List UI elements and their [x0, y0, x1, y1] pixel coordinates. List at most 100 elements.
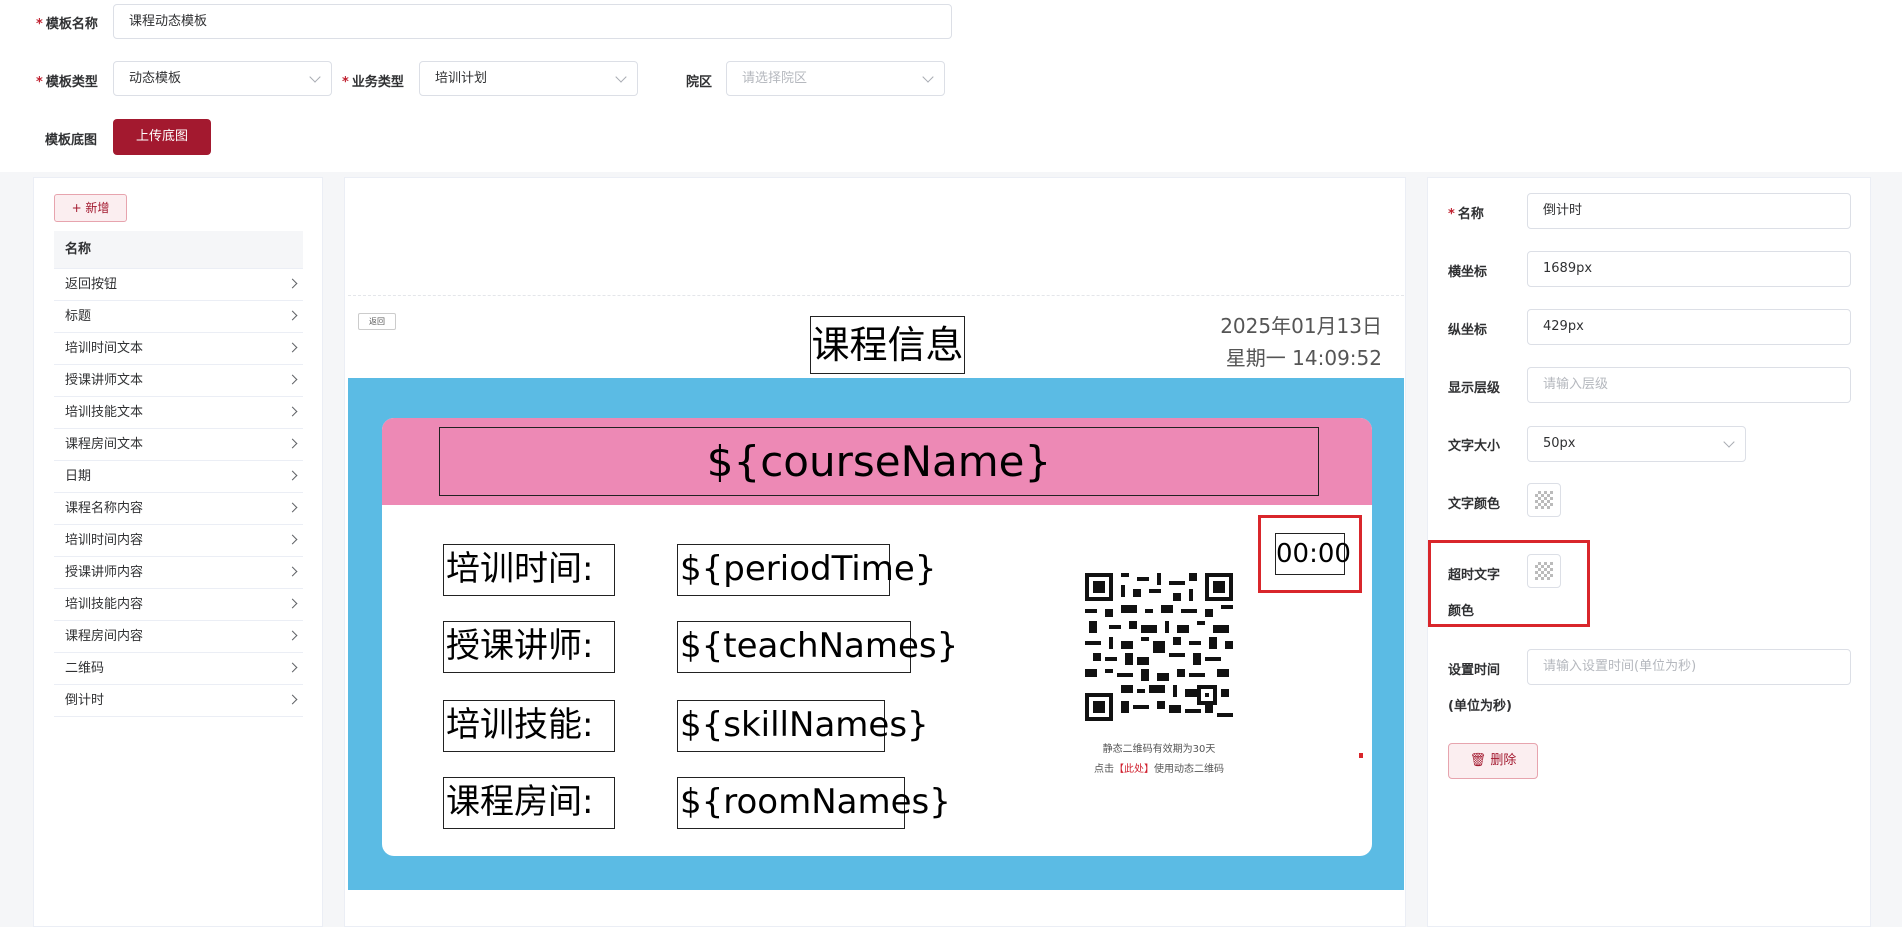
layer-label: 显示层级 — [1448, 381, 1501, 396]
chevron-right-icon — [287, 534, 298, 545]
chevron-right-icon — [287, 374, 298, 385]
room-label[interactable]: 课程房间: — [443, 777, 615, 829]
chevron-right-icon — [287, 566, 298, 577]
list-column-header: 名称 — [54, 231, 303, 269]
canvas-weekday-time[interactable]: 星期一 14:09:52 — [1226, 342, 1382, 371]
list-item[interactable]: 培训技能内容 — [54, 589, 303, 621]
teacher-label[interactable]: 授课讲师: — [443, 621, 615, 673]
canvas-title[interactable]: 课程信息 — [810, 316, 965, 374]
list-item[interactable]: 授课讲师文本 — [54, 365, 303, 397]
canvas-header: 返回 课程信息 2025年01月13日 星期一 14:09:52 — [348, 295, 1404, 377]
add-element-button[interactable]: + 新增 — [54, 194, 127, 222]
transparent-swatch-icon — [1535, 562, 1553, 580]
font-size-label: 文字大小 — [1448, 439, 1501, 454]
chevron-right-icon — [287, 406, 298, 417]
timeout-color-picker[interactable] — [1527, 554, 1561, 588]
business-type-select[interactable]: 培训计划 — [419, 61, 638, 96]
timeout-color-label: 超时文字 — [1448, 568, 1501, 583]
chevron-right-icon — [287, 342, 298, 353]
qr-dynamic-link[interactable]: 【此处】 — [1114, 764, 1154, 775]
campus-placeholder: 请选择院区 — [742, 71, 808, 86]
list-item[interactable]: 标题 — [54, 301, 303, 333]
text-color-label: 文字颜色 — [1448, 497, 1501, 512]
skill-label[interactable]: 培训技能: — [443, 700, 615, 752]
canvas-back-button[interactable]: 返回 — [358, 313, 396, 330]
chevron-down-icon — [1723, 436, 1735, 448]
canvas-date[interactable]: 2025年01月13日 — [1220, 310, 1382, 339]
chevron-down-icon — [615, 71, 627, 83]
transparent-swatch-icon — [1535, 491, 1553, 509]
list-item[interactable]: 二维码 — [54, 653, 303, 685]
template-name-input[interactable]: 课程动态模板 — [113, 4, 952, 39]
properties-panel: * 名称 倒计时 横坐标 1689px 纵坐标 429px 显示层级 请输入层级 … — [1427, 177, 1871, 927]
chevron-right-icon — [287, 470, 298, 481]
list-item[interactable]: 课程名称内容 — [54, 493, 303, 525]
timeout-marker — [1359, 753, 1363, 758]
campus-label: 院区 — [686, 75, 713, 90]
chevron-down-icon — [309, 71, 321, 83]
set-time-input[interactable]: 请输入设置时间(单位为秒) — [1527, 649, 1851, 685]
top-form: * 模板名称 课程动态模板 * 模板类型 动态模板 * 业务类型 培训计划 院区 请选… — [0, 0, 1902, 172]
list-item[interactable]: 课程房间内容 — [54, 621, 303, 653]
chevron-right-icon — [287, 278, 298, 289]
chevron-right-icon — [287, 598, 298, 609]
list-item[interactable]: 返回按钮 — [54, 269, 303, 301]
chevron-right-icon — [287, 438, 298, 449]
chevron-right-icon — [287, 662, 298, 673]
y-coordinate-label: 纵坐标 — [1448, 323, 1488, 338]
element-list-panel: + 新增 名称 返回按钮 标题 培训时间文本 授课讲师文本 培训技能文本 课程房… — [33, 177, 323, 927]
teacher-value[interactable]: ${teachNames} — [677, 621, 958, 673]
trash-icon: 🗑 — [1469, 753, 1487, 768]
chevron-right-icon — [287, 694, 298, 705]
base-image-label: 模板底图 — [45, 133, 98, 148]
business-type-value: 培训计划 — [435, 71, 488, 86]
chevron-right-icon — [287, 502, 298, 513]
chevron-right-icon — [287, 310, 298, 321]
qr-code-image[interactable] — [1085, 573, 1233, 721]
chevron-right-icon — [287, 630, 298, 641]
set-time-label: 设置时间 — [1448, 663, 1501, 678]
business-type-label: * 业务类型 — [342, 75, 404, 90]
qr-note-prefix: 点击 — [1094, 764, 1114, 775]
list-item[interactable]: 日期 — [54, 461, 303, 493]
y-coordinate-input[interactable]: 429px — [1527, 309, 1851, 345]
timeout-color-label-2: 颜色 — [1448, 604, 1475, 619]
course-name-field[interactable]: ${courseName} — [439, 427, 1319, 496]
list-item[interactable]: 培训时间文本 — [54, 333, 303, 365]
course-card-header: ${courseName} — [382, 418, 1372, 505]
skill-value[interactable]: ${skillNames} — [677, 700, 929, 752]
layer-input[interactable]: 请输入层级 — [1527, 367, 1851, 403]
x-coordinate-label: 横坐标 — [1448, 265, 1488, 280]
list-item[interactable]: 倒计时 — [54, 685, 303, 717]
canvas-background: ${courseName} 培训时间: ${periodTime} 授课讲师: … — [348, 378, 1404, 890]
list-item[interactable]: 培训技能文本 — [54, 397, 303, 429]
font-size-select[interactable]: 50px — [1527, 426, 1746, 462]
qr-note-suffix: 使用动态二维码 — [1154, 764, 1224, 775]
template-type-label: * 模板类型 — [36, 75, 98, 90]
name-input[interactable]: 倒计时 — [1527, 193, 1851, 229]
font-size-value: 50px — [1543, 436, 1576, 451]
delete-button[interactable]: 🗑 删除 — [1448, 743, 1538, 779]
campus-select[interactable]: 请选择院区 — [726, 61, 945, 96]
name-label: * 名称 — [1448, 207, 1484, 222]
qr-validity-note: 静态二维码有效期为30天 — [1102, 744, 1216, 755]
canvas-preview-panel: 返回 课程信息 2025年01月13日 星期一 14:09:52 ${cours… — [344, 177, 1406, 927]
element-list: 返回按钮 标题 培训时间文本 授课讲师文本 培训技能文本 课程房间文本 日期 课… — [54, 269, 303, 717]
list-item[interactable]: 课程房间文本 — [54, 429, 303, 461]
upload-base-image-button[interactable]: 上传底图 — [113, 119, 211, 155]
template-type-select[interactable]: 动态模板 — [113, 61, 332, 96]
template-type-value: 动态模板 — [129, 71, 182, 86]
text-color-picker[interactable] — [1527, 483, 1561, 517]
chevron-down-icon — [922, 71, 934, 83]
qr-dynamic-note: 点击【此处】使用动态二维码 — [1050, 760, 1268, 775]
list-item[interactable]: 授课讲师内容 — [54, 557, 303, 589]
list-item[interactable]: 培训时间内容 — [54, 525, 303, 557]
countdown-timer[interactable]: 00:00 — [1275, 533, 1351, 575]
x-coordinate-input[interactable]: 1689px — [1527, 251, 1851, 287]
room-value[interactable]: ${roomNames} — [677, 777, 951, 829]
delete-button-label: 删除 — [1490, 753, 1517, 768]
period-time-label[interactable]: 培训时间: — [443, 544, 615, 596]
template-name-label: * 模板名称 — [36, 17, 98, 32]
period-time-value[interactable]: ${periodTime} — [677, 544, 936, 596]
course-card: ${courseName} 培训时间: ${periodTime} 授课讲师: … — [382, 418, 1372, 856]
